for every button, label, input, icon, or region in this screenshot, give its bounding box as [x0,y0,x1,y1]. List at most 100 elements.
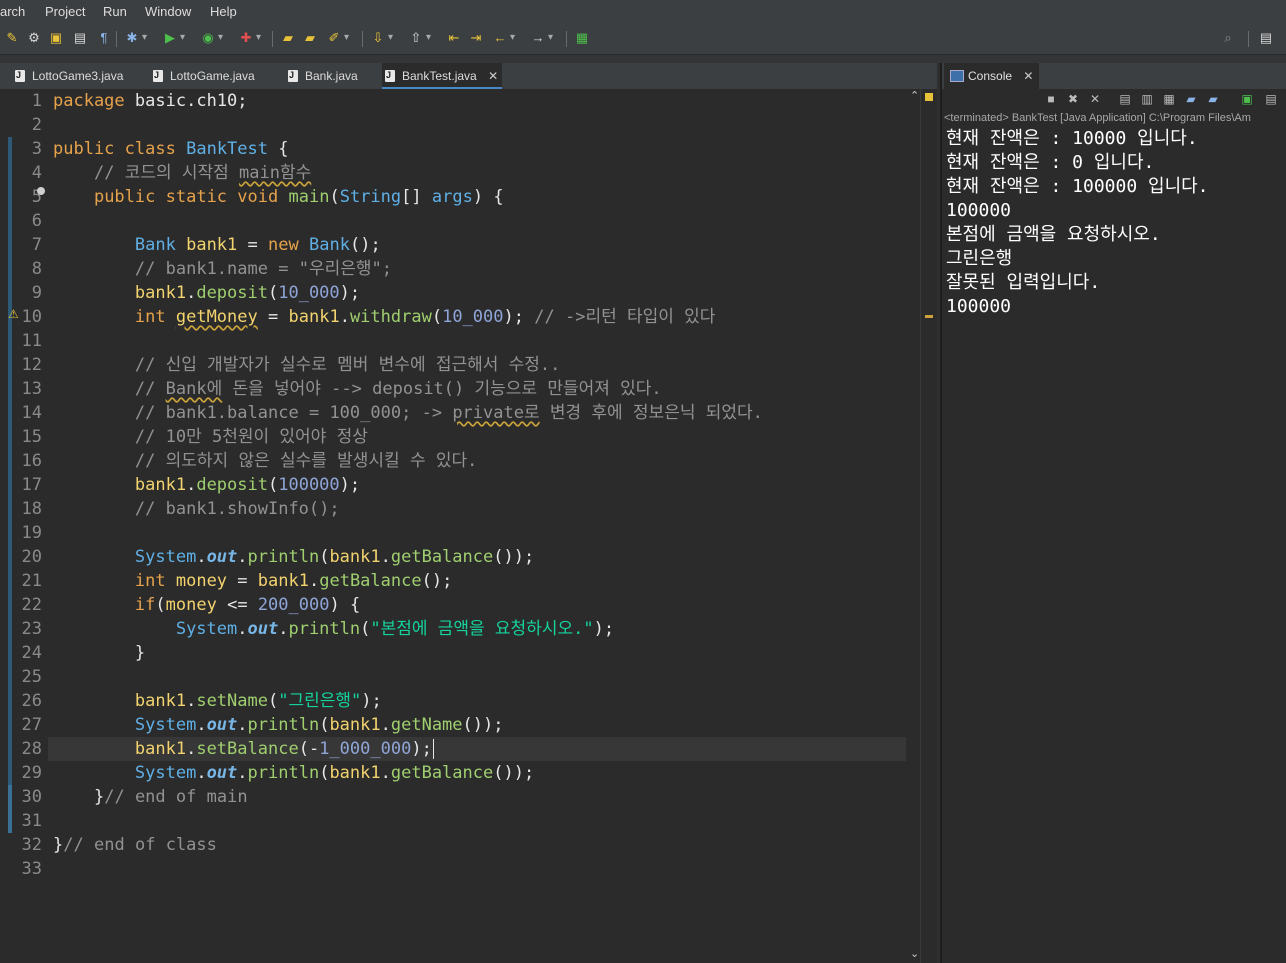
brush-icon[interactable]: ✐ [326,30,349,46]
open-type-icon[interactable]: ⚙ [26,30,42,46]
code-line[interactable]: // 의도하지 않은 실수를 발생시킬 수 있다. [53,449,477,473]
menu-search[interactable]: arch [0,4,25,19]
run-icon[interactable]: ▶ [162,30,185,46]
code-line[interactable]: bank1.setBalance(-1_000_000); [53,737,434,761]
new-project-icon[interactable]: ▰ [280,30,296,46]
menu-run[interactable]: Run [103,4,127,19]
code-line[interactable]: public static void main(String[] args) { [53,185,504,209]
close-tab-icon[interactable]: ✕ [488,69,498,83]
scroll-lock-icon[interactable]: ▥ [1140,92,1154,106]
debug-icon[interactable]: ✱ [124,30,147,46]
coverage-icon[interactable]: ◉ [200,30,223,46]
code-line[interactable]: System.out.println(bank1.getName()); [53,713,504,737]
comment-text: Bank에 [165,379,223,399]
warning-overview-icon[interactable] [925,93,933,101]
show-stderr-icon[interactable]: ▰ [1206,92,1220,106]
terminate-icon[interactable]: ■ [1044,92,1058,106]
menu-help[interactable]: Help [210,4,237,19]
warning-icon[interactable]: ⚠ [8,307,19,321]
new-icon[interactable]: ✎ [4,30,20,46]
external-tools-icon[interactable]: ✚ [238,30,261,46]
code-line[interactable]: } [53,641,145,665]
remove-all-icon[interactable]: ✕ [1088,92,1102,106]
code-line[interactable]: System.out.println(bank1.getBalance()); [53,761,534,785]
menu-window[interactable]: Window [145,4,191,19]
next-annotation-icon[interactable]: ⇩ [370,30,393,46]
code-line[interactable]: bank1.deposit(100000); [53,473,360,497]
comment-text: // [134,403,156,423]
last-edit-icon[interactable]: ⇤ [446,30,462,46]
tab-lottogame3[interactable]: LottoGame3.java [12,63,142,89]
code-token: } [93,787,105,807]
open-folder-icon[interactable]: ▰ [302,30,318,46]
code-line[interactable]: if(money <= 200_000) { [53,593,360,617]
view-menu-icon[interactable]: ▤ [1264,92,1278,106]
code-line[interactable]: package basic.ch10; [53,89,248,113]
close-console-icon[interactable]: ✕ [1023,69,1033,83]
comment-text: 넣어야 [274,379,321,399]
show-stdout-icon[interactable]: ▰ [1184,92,1198,106]
console-line: 현재 잔액은 : 10000 입니다. [946,128,1198,149]
save-icon[interactable]: ▣ [48,30,64,46]
print-icon[interactable]: ▤ [72,30,88,46]
code-line[interactable]: System.out.println(bank1.getBalance()); [53,545,534,569]
forward-edit-icon[interactable]: ⇥ [468,30,484,46]
code-line[interactable]: // bank1.balance = 100_000; -> private로 … [53,401,763,425]
code-line[interactable]: bank1.deposit(10_000); [53,281,360,305]
comment-text: --> [331,379,362,399]
perspective-icon[interactable]: ▤ [1258,30,1274,46]
code-token: ( [329,187,340,207]
code-line[interactable]: Bank bank1 = new Bank(); [53,233,381,257]
tab-banktest[interactable]: BankTest.java ✕ [382,63,502,89]
warning-marker[interactable] [925,315,933,318]
code-token: . [339,307,350,327]
code-line[interactable]: int getMoney = bank1.withdraw(10_000); /… [53,305,716,329]
pilcrow-icon[interactable]: ¶ [96,30,112,46]
comment-text: 시작점 [181,163,229,183]
comment-text: 멤버 [337,355,369,375]
comment-text [228,451,238,471]
code-line[interactable]: System.out.println("본점에 금액을 요청하시오."); [53,617,614,641]
code-line[interactable]: public class BankTest { [53,137,289,161]
comment-text [319,403,329,423]
code-line[interactable]: // bank1.name = "우리은행"; [53,257,392,281]
menu-project[interactable]: Project [45,4,85,19]
comment-text: 5천원이 [212,427,270,447]
code-line[interactable]: // 10만 5천원이 있어야 정상 [53,425,368,449]
comment-text [400,451,410,471]
code-line[interactable]: }// end of class [53,833,217,857]
fold-marker-icon[interactable] [37,187,45,195]
scroll-down-icon[interactable]: ⌄ [910,947,919,960]
code-token: int [134,307,166,327]
line-number: 29 [21,763,42,783]
code-line[interactable]: // 코드의 시작점 main함수 [53,161,311,185]
back-icon[interactable]: ← [492,30,516,46]
tab-console[interactable]: Console ✕ [944,63,1040,91]
code-line[interactable]: // Bank에 돈을 넣어야 --> deposit() 기능으로 만들어져 … [53,377,662,401]
code-line[interactable]: // bank1.showInfo(); [53,497,340,521]
code-line[interactable]: int money = bank1.getBalance(); [53,569,452,593]
clear-console-icon[interactable]: ▤ [1118,92,1132,106]
open-console-icon[interactable]: ▦ [574,30,590,46]
tab-lottogame[interactable]: LottoGame.java [150,63,280,89]
code-line[interactable]: // 신입 개발자가 실수로 멤버 변수에 접근해서 수정.. [53,353,561,377]
open-console-icon[interactable]: ▣ [1240,92,1254,106]
code-editor[interactable]: 1 2 3 4 5 6 7 8 9 10 11 12 13 14 15 16 17 18 19 20 21 22 23 24 2… [0,89,937,963]
prev-annotation-icon[interactable]: ⇧ [408,30,431,46]
console-output[interactable]: 현재 잔액은 : 10000 입니다. 현재 잔액은 : 0 입니다. 현재 잔액은… [946,127,1209,319]
remove-launch-icon[interactable]: ✖ [1066,92,1080,106]
code-token: Bank [309,235,350,255]
comment-text [442,403,452,423]
tab-bank[interactable]: Bank.java [285,63,380,89]
search-icon[interactable]: ⌕ [1220,30,1236,46]
code-line[interactable]: bank1.setName("그린은행"); [53,689,382,713]
word-wrap-icon[interactable]: ▦ [1162,92,1176,106]
forward-icon[interactable]: → [530,30,554,46]
comment-text: 발생시킬 [337,451,400,471]
scroll-up-icon[interactable]: ⌃ [910,89,919,102]
code-line[interactable]: }// end of main [53,785,248,809]
code-token: ( [493,763,504,783]
